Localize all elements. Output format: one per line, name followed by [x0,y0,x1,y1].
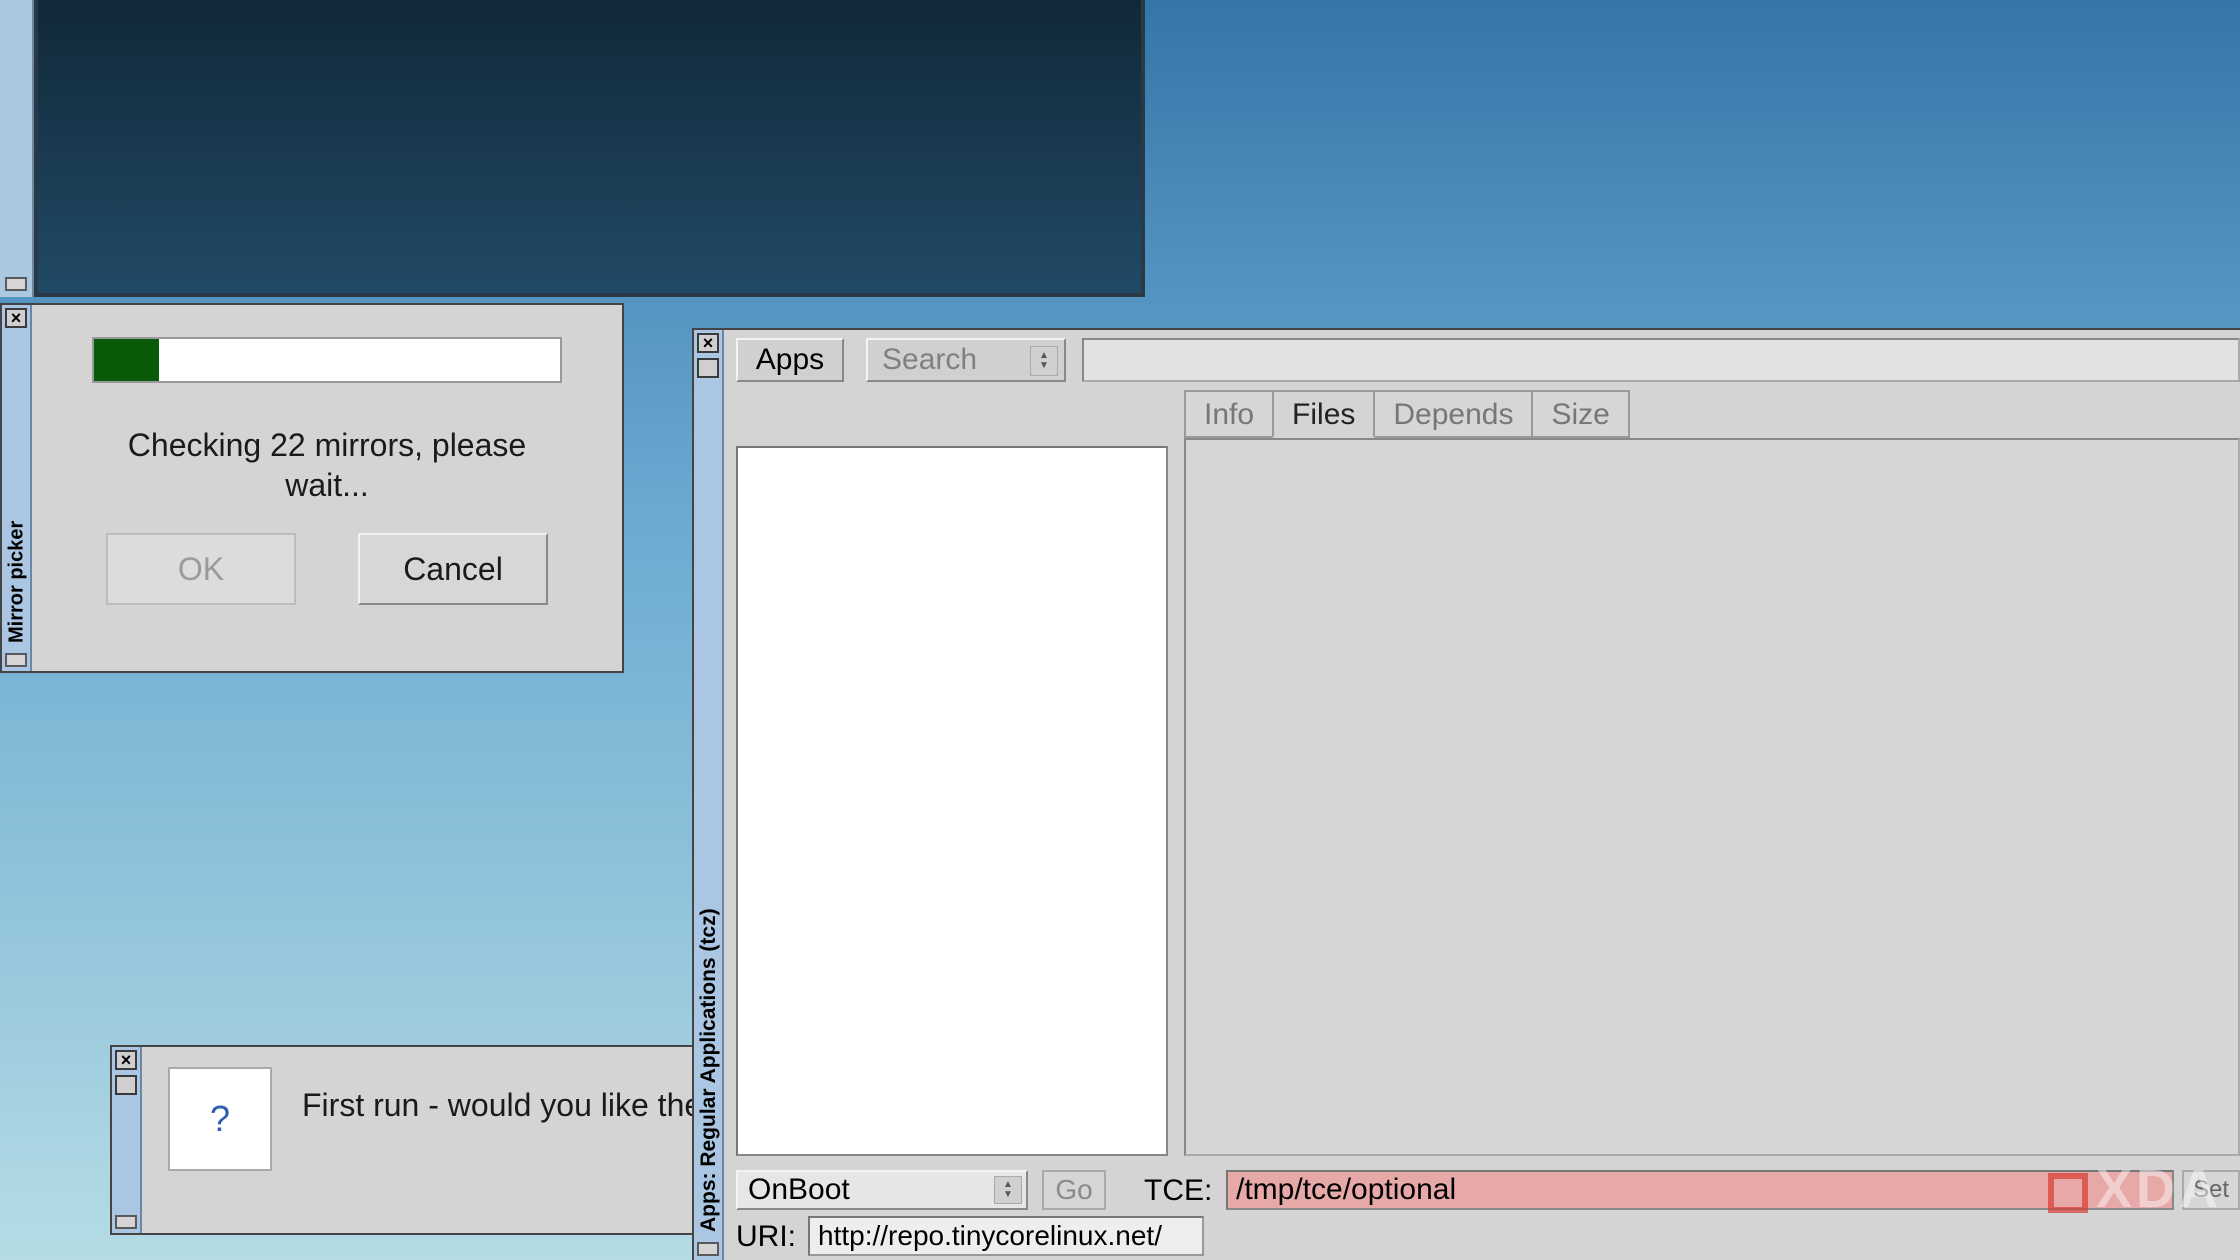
window-title: Mirror picker [6,363,28,643]
detail-tabs: InfoFilesDependsSize [1184,390,1628,440]
progress-fill [94,339,159,381]
status-text: Checking 22 mirrors, please wait... [32,425,622,505]
watermark: XDA [2048,1158,2222,1220]
ok-button: OK [106,533,296,605]
install-mode-label: OnBoot [748,1173,850,1207]
minimize-icon[interactable] [697,1242,719,1256]
dropdown-arrows-icon: ▲▼ [994,1176,1022,1204]
install-row: OnBoot ▲▼ Go TCE: /tmp/tce/optional Set [736,1170,2240,1214]
install-mode-dropdown[interactable]: OnBoot ▲▼ [736,1170,1028,1210]
tce-label: TCE: [1144,1174,1212,1208]
first-run-window: × ? First run - would you like the [110,1045,692,1235]
minimize-icon[interactable] [115,1215,137,1229]
terminal-titlebar[interactable] [0,0,34,297]
package-list[interactable] [736,446,1168,1156]
uri-row: URI: http://repo.tinycorelinux.net/ [736,1216,2240,1260]
detail-pane[interactable] [1184,438,2240,1156]
tab-size[interactable]: Size [1531,390,1629,438]
go-button[interactable]: Go [1042,1170,1106,1210]
question-icon: ? [168,1067,272,1171]
terminal-body[interactable] [34,0,1145,297]
close-icon[interactable]: × [697,333,719,353]
minimize-icon[interactable] [5,653,27,667]
maximize-icon[interactable] [697,358,719,378]
apps-window: × Apps: Regular Applications (tcz) Apps … [692,328,2240,1260]
apps-menu-button[interactable]: Apps [736,338,844,382]
first-run-message: First run - would you like the [302,1087,692,1124]
uri-input[interactable]: http://repo.tinycorelinux.net/ [808,1216,1204,1256]
search-input[interactable] [1082,338,2240,382]
mirror-picker-window: × Mirror picker Checking 22 mirrors, ple… [0,303,624,673]
tab-files[interactable]: Files [1272,390,1375,438]
progress-bar [92,337,562,383]
apps-toolbar: Apps Search ▲▼ [736,338,2240,392]
dropdown-arrows-icon: ▲▼ [1030,346,1058,376]
maximize-icon[interactable] [115,1075,137,1095]
tce-path-input[interactable]: /tmp/tce/optional [1226,1170,2174,1210]
tab-info[interactable]: Info [1184,390,1274,438]
search-mode-label: Search [882,343,977,377]
apps-titlebar[interactable]: × Apps: Regular Applications (tcz) [694,330,724,1260]
cancel-button[interactable]: Cancel [358,533,548,605]
first-run-titlebar[interactable]: × [112,1047,142,1233]
search-mode-dropdown[interactable]: Search ▲▼ [866,338,1066,382]
watermark-logo-icon [2048,1173,2088,1213]
close-icon[interactable]: × [115,1050,137,1070]
minimize-icon[interactable] [5,277,27,291]
tab-depends[interactable]: Depends [1373,390,1533,438]
terminal-window [0,0,1145,297]
close-icon[interactable]: × [5,308,27,328]
mirror-picker-titlebar[interactable]: × Mirror picker [2,305,32,671]
window-title: Apps: Regular Applications (tcz) [698,388,720,1232]
uri-label: URI: [736,1220,796,1254]
